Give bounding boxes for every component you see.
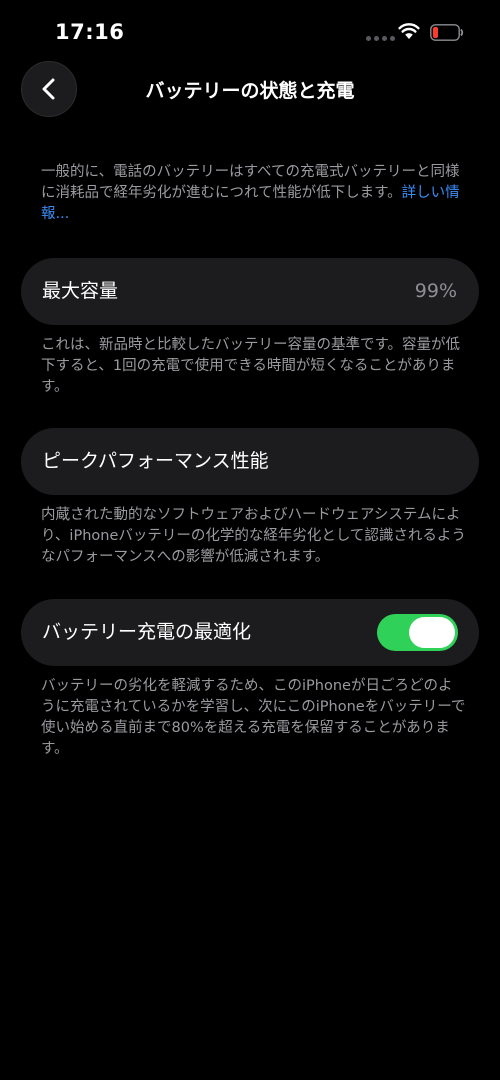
optimized-charging-row: バッテリー充電の最適化 bbox=[21, 599, 479, 666]
optimized-charging-description: バッテリーの劣化を軽減するため、このiPhoneが日ごろどのように充電されている… bbox=[41, 678, 466, 757]
cellular-signal-icon bbox=[366, 36, 395, 41]
peak-performance-description: 内蔵された動的なソフトウェアおよびハードウェアシステムにより、iPhoneバッテ… bbox=[41, 507, 466, 565]
battery-low-icon bbox=[430, 24, 464, 41]
max-capacity-value: 99% bbox=[414, 280, 457, 302]
intro-text: 一般的に、電話のバッテリーはすべての充電式バッテリーと同様に消耗品で経年劣化が進… bbox=[41, 164, 460, 201]
max-capacity-label: 最大容量 bbox=[42, 280, 119, 302]
wifi-icon bbox=[398, 23, 420, 39]
optimized-charging-label: バッテリー充電の最適化 bbox=[42, 621, 252, 643]
status-bar: 17:16 bbox=[0, 0, 500, 60]
optimized-charging-toggle[interactable] bbox=[377, 614, 458, 651]
peak-performance-row[interactable]: ピークパフォーマンス性能 bbox=[21, 428, 479, 495]
page-title: バッテリーの状態と充電 bbox=[145, 80, 355, 102]
peak-performance-label: ピークパフォーマンス性能 bbox=[42, 450, 269, 472]
max-capacity-description: これは、新品時と比較したバッテリー容量の基準です。容量が低下すると、1回の充電で… bbox=[41, 337, 461, 395]
status-time: 17:16 bbox=[55, 20, 125, 44]
intro-description: 一般的に、電話のバッテリーはすべての充電式バッテリーと同様に消耗品で経年劣化が進… bbox=[41, 162, 466, 225]
battery-health-screen: 17:16 バッテリーの状態と充電 一般的に、電話のバッテリーはすべての充電式バ… bbox=[0, 0, 500, 1080]
toggle-knob bbox=[409, 617, 455, 648]
max-capacity-row[interactable]: 最大容量 99% bbox=[21, 258, 479, 325]
